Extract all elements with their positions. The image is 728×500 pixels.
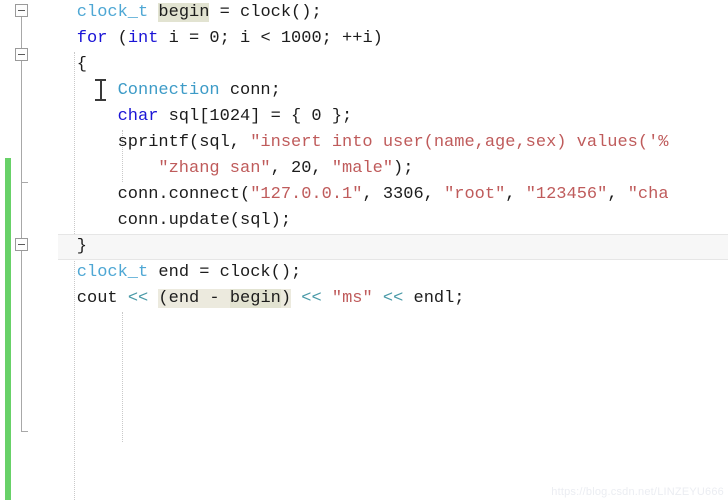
code-token: ) [280, 289, 292, 308]
code-line[interactable]: clock_t begin = clock(); [0, 0, 728, 26]
code-line[interactable]: "zhang san", 20, "male"); [0, 156, 728, 182]
code-token: begin [158, 3, 210, 22]
code-token: "ms" [331, 289, 373, 308]
code-token: "127.0.0.1" [250, 185, 363, 204]
code-token: sprintf(sql, [117, 133, 251, 152]
code-token: { [76, 55, 87, 74]
code-line-text: clock_t begin = clock(); [77, 0, 322, 26]
code-token: ); [393, 159, 414, 178]
code-token: Connection [117, 81, 220, 100]
code-token: , [505, 185, 526, 204]
code-token: "male" [331, 159, 394, 178]
code-token: for [76, 29, 108, 48]
code-line-text: conn.update(sql); [118, 208, 291, 234]
code-token: clock_t [76, 263, 149, 282]
code-line[interactable]: sprintf(sql, "insert into user(name,age,… [0, 130, 728, 156]
code-line-text: char sql[1024] = { 0 }; [118, 104, 353, 130]
code-token: clock_t [76, 3, 149, 22]
code-line-text: conn.connect("127.0.0.1", 3306, "root", … [118, 182, 669, 208]
code-editor[interactable]: clock_t begin = clock(); for (int i = 0; … [0, 0, 728, 500]
code-line[interactable]: char sql[1024] = { 0 }; [0, 104, 728, 130]
code-token: "insert into user(name,age,sex) values('… [250, 133, 669, 152]
code-line-text: clock_t end = clock(); [77, 260, 301, 286]
text-ibeam-cursor [95, 79, 106, 101]
code-line-text: Connection conn; [118, 78, 281, 104]
code-token: "zhang san" [158, 159, 271, 178]
code-token: , [607, 185, 628, 204]
code-token: << [382, 289, 404, 308]
code-line[interactable]: for (int i = 0; i < 1000; ++i) [0, 26, 728, 52]
code-token: conn.connect( [117, 185, 251, 204]
code-token: conn.update(sql); [117, 211, 292, 230]
code-token: conn; [219, 81, 281, 100]
code-line-text: for (int i = 0; i < 1000; ++i) [77, 26, 383, 52]
code-line[interactable]: conn.update(sql); [0, 208, 728, 234]
code-line-text: "zhang san", 20, "male"); [158, 156, 413, 182]
code-line[interactable]: cout << (end - begin) << "ms" << endl; [0, 286, 728, 312]
code-token: , 20, [270, 159, 332, 178]
code-token: begin [229, 289, 281, 308]
code-token: cout [76, 289, 128, 308]
code-token: end = clock(); [148, 263, 302, 282]
code-token: "123456" [525, 185, 608, 204]
code-line-text: { [77, 52, 87, 78]
code-token: i = 0; i < 1000; ++i) [158, 29, 383, 48]
watermark: https://blog.csdn.net/LINZEYU666 [551, 486, 724, 498]
code-token: << [301, 289, 322, 308]
code-token: } [76, 237, 87, 256]
code-token: << [127, 289, 149, 308]
code-token: "root" [444, 185, 506, 204]
code-line[interactable]: } [0, 234, 728, 260]
code-token: (end - [158, 289, 230, 308]
code-token: "cha [627, 185, 669, 204]
code-token: , 3306, [362, 185, 445, 204]
code-token: endl; [403, 289, 465, 308]
code-line[interactable]: Connection conn; [0, 78, 728, 104]
code-line-text: sprintf(sql, "insert into user(name,age,… [118, 130, 669, 156]
code-token: int [127, 29, 159, 48]
code-line-text: } [77, 234, 87, 260]
code-token: = clock(); [209, 3, 322, 22]
code-line[interactable]: conn.connect("127.0.0.1", 3306, "root", … [0, 182, 728, 208]
code-line[interactable]: { [0, 52, 728, 78]
code-line-text: cout << (end - begin) << "ms" << endl; [77, 286, 465, 312]
code-token: char [117, 107, 159, 126]
code-text-area[interactable]: clock_t begin = clock(); for (int i = 0; … [0, 0, 728, 500]
code-line[interactable]: clock_t end = clock(); [0, 260, 728, 286]
code-token: ( [107, 29, 128, 48]
code-token: sql[1024] = { 0 }; [158, 107, 353, 126]
